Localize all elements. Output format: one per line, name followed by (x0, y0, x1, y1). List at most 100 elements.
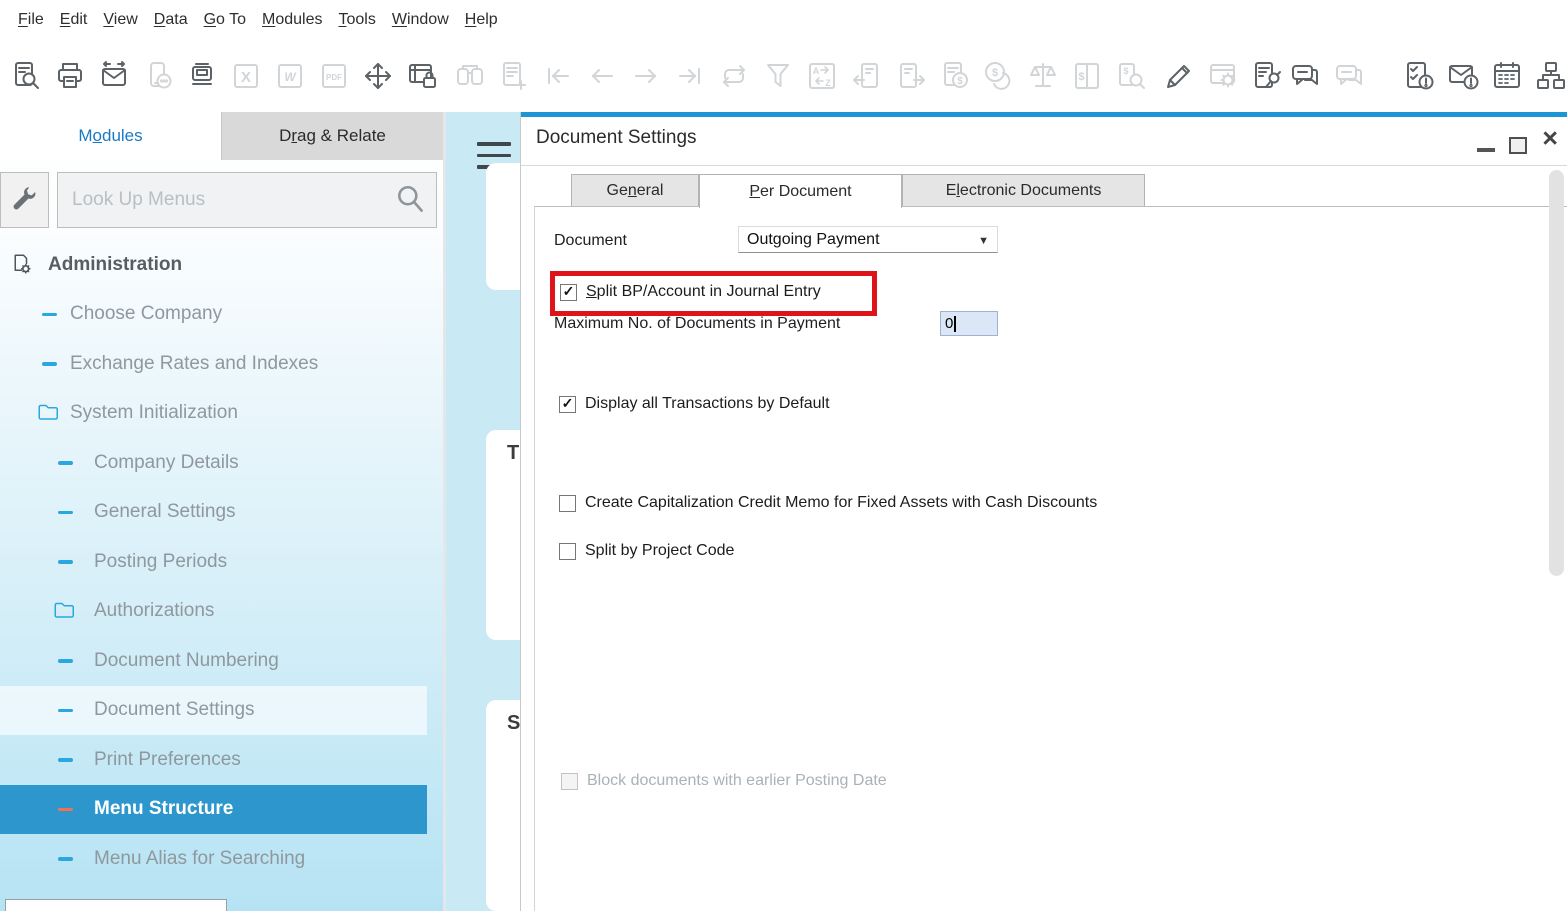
checkbox-icon[interactable] (560, 284, 577, 301)
dialog-accent-bar (521, 112, 1567, 117)
sidebar-item-general-settings[interactable]: General Settings (0, 488, 443, 538)
checkbox-icon[interactable] (559, 543, 576, 560)
menu-edit[interactable]: Edit (60, 11, 88, 29)
toolbar-group (1161, 58, 1285, 94)
previous-record-icon (584, 58, 620, 94)
sidebar-item-menu-alias-for-searching[interactable]: Menu Alias for Searching (0, 834, 443, 884)
dash-icon (52, 511, 78, 515)
checkbox-label: Block documents with earlier Posting Dat… (587, 772, 887, 790)
menu-modules[interactable]: Modules (262, 11, 322, 29)
module-tree: AdministrationChoose CompanyExchange Rat… (0, 240, 443, 884)
menu-go-to[interactable]: Go To (204, 11, 246, 29)
menu-settings-button[interactable] (0, 172, 49, 228)
menu-data[interactable]: Data (154, 11, 188, 29)
tab-general[interactable]: General (571, 174, 699, 206)
menu-bar: File Edit View Data Go To Modules Tools Window H… (0, 0, 1567, 40)
base-document-icon (849, 58, 885, 94)
sidebar-item-label: Document Numbering (94, 650, 279, 672)
sort-table-icon: AZ (804, 58, 840, 94)
checkbox-icon[interactable] (559, 495, 576, 512)
svg-text:$: $ (1123, 66, 1128, 76)
document-editing-icon[interactable] (1249, 58, 1285, 94)
display-all-transactions-checkbox[interactable]: Display all Transactions by Default (559, 395, 830, 413)
document-dropdown[interactable]: Outgoing Payment (738, 226, 998, 253)
conversations-icon (1331, 58, 1367, 94)
calendar-icon[interactable] (1489, 58, 1525, 94)
sidebar-item-company-details[interactable]: Company Details (0, 438, 443, 488)
menu-file[interactable]: File (18, 11, 44, 29)
sidebar-item-posting-periods[interactable]: Posting Periods (0, 537, 443, 587)
block-earlier-posting-date-checkbox: Block documents with earlier Posting Dat… (561, 772, 887, 790)
sidebar-item-menu-structure[interactable]: Menu Structure (0, 785, 427, 835)
edit-document-icon[interactable] (1161, 58, 1197, 94)
tooltip-box (5, 899, 227, 911)
sidebar-item-system-initialization[interactable]: System Initialization (0, 389, 443, 439)
dash-icon (52, 560, 78, 564)
widget-title: S (507, 712, 520, 735)
svg-text:$: $ (1078, 71, 1084, 83)
sidebar-item-authorizations[interactable]: Authorizations (0, 587, 443, 637)
checkbox-label: Split BP/Account in Journal Entry (586, 283, 821, 301)
max-documents-input[interactable]: 0 (940, 311, 998, 336)
minimize-button[interactable] (1477, 148, 1495, 152)
send-email-icon[interactable] (96, 58, 132, 94)
add-record-icon (496, 58, 532, 94)
messages-alert-icon[interactable] (1445, 58, 1481, 94)
menu-view[interactable]: View (103, 11, 137, 29)
svg-text:X: X (241, 69, 251, 86)
maximize-button[interactable] (1509, 137, 1527, 154)
tab-drag-and-relate[interactable]: Drag & Relate (221, 112, 443, 160)
messages-icon[interactable] (1287, 58, 1323, 94)
copy-screen-icon[interactable] (184, 58, 220, 94)
chevron-down-icon (978, 231, 989, 249)
max-documents-value: 0 (945, 315, 953, 332)
payment-means-icon: $ (937, 58, 973, 94)
search-input[interactable] (58, 189, 394, 211)
close-icon[interactable]: × (1542, 125, 1558, 152)
widget-card: S (486, 700, 523, 911)
checkbox-icon[interactable] (559, 396, 576, 413)
checkbox-icon (561, 773, 578, 790)
svg-text:$: $ (957, 76, 963, 87)
search-icon[interactable] (394, 183, 428, 217)
dash-icon (52, 808, 78, 812)
toolbar-group: $ $ $ $ (849, 58, 1149, 94)
sidebar-item-exchange-rates-and-indexes[interactable]: Exchange Rates and Indexes (0, 339, 443, 389)
toolbar-group (1401, 58, 1567, 94)
dash-icon (36, 313, 62, 317)
sidebar-item-choose-company[interactable]: Choose Company (0, 290, 443, 340)
sidebar-item-label: Authorizations (94, 600, 214, 622)
split-by-project-code-checkbox[interactable]: Split by Project Code (559, 542, 734, 560)
org-chart-icon[interactable] (1533, 58, 1567, 94)
sidebar-item-administration[interactable]: Administration (0, 240, 443, 290)
tab-electronic-documents[interactable]: Electronic Documents (902, 174, 1145, 206)
dash-icon (52, 857, 78, 861)
lock-screen-icon[interactable] (404, 58, 440, 94)
sidebar-item-print-preferences[interactable]: Print Preferences (0, 735, 443, 785)
journal-entry-icon: $ (1069, 58, 1105, 94)
dash-icon (52, 709, 78, 713)
svg-text:$: $ (992, 67, 998, 79)
export-pdf-icon: PDF (316, 58, 352, 94)
split-bp-account-checkbox[interactable]: Split BP/Account in Journal Entry (560, 283, 821, 301)
print-preview-icon[interactable] (8, 58, 44, 94)
tab-modules[interactable]: Modules (0, 112, 221, 160)
refresh-record-icon (716, 58, 752, 94)
document-label: Document (554, 232, 627, 250)
sidebar-tab-bar: Modules Drag & Relate (0, 112, 443, 160)
menu-help[interactable]: Help (465, 11, 498, 29)
checkbox-label: Split by Project Code (585, 542, 734, 560)
dialog-scrollbar-thumb[interactable] (1549, 170, 1564, 576)
sidebar-item-document-settings[interactable]: Document Settings (0, 686, 427, 736)
print-icon[interactable] (52, 58, 88, 94)
next-record-icon (628, 58, 664, 94)
menu-window[interactable]: Window (392, 11, 449, 29)
tab-per-document[interactable]: Per Document (699, 174, 902, 208)
launch-application-icon[interactable] (360, 58, 396, 94)
approvals-alert-icon[interactable] (1401, 58, 1437, 94)
create-capitalization-credit-memo-checkbox[interactable]: Create Capitalization Credit Memo for Fi… (559, 494, 1097, 512)
menu-tools[interactable]: Tools (338, 11, 375, 29)
title-separator (521, 165, 1567, 166)
folder-icon (52, 599, 78, 623)
sidebar-item-document-numbering[interactable]: Document Numbering (0, 636, 443, 686)
